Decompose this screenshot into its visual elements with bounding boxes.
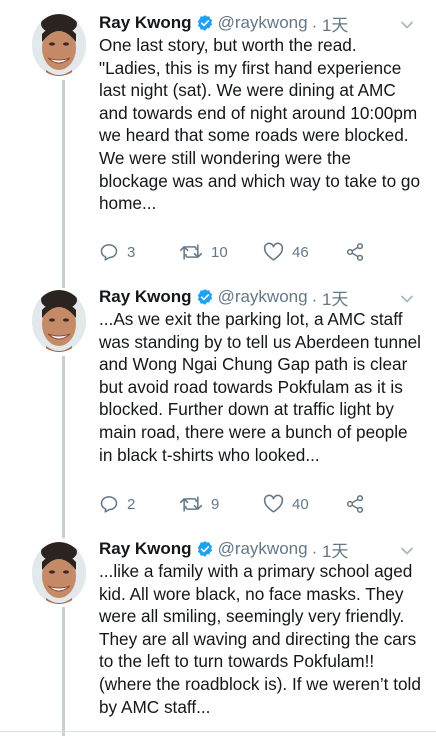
avatar-photo-icon <box>32 14 86 76</box>
tweet-header: Ray Kwong @raykwong · 1天 <box>99 285 349 310</box>
retweet-count: 9 <box>211 495 220 513</box>
avatar-photo-icon <box>32 542 86 604</box>
chevron-down-icon[interactable] <box>400 18 414 32</box>
retweet-count: 10 <box>211 243 228 261</box>
chevron-down-icon[interactable] <box>400 292 414 306</box>
tweet-header: Ray Kwong @raykwong · 1天 <box>99 11 349 36</box>
reply-icon <box>100 244 118 261</box>
like-count: 46 <box>292 243 309 261</box>
verified-badge-icon <box>197 15 212 31</box>
reply-button[interactable]: 3 <box>99 240 135 264</box>
retweet-icon <box>179 496 203 512</box>
share-icon <box>346 243 364 261</box>
display-name[interactable]: Ray Kwong <box>99 13 192 33</box>
tweet-actions: 3 10 46 <box>99 240 379 264</box>
tweet[interactable]: Ray Kwong @raykwong · 1天 One last story,… <box>0 10 436 270</box>
timestamp[interactable]: · 1天 <box>312 11 349 36</box>
tweet[interactable]: Ray Kwong @raykwong · 1天 ...As we exit t… <box>0 286 436 526</box>
retweet-button[interactable]: 10 <box>179 240 228 264</box>
tweet[interactable]: Ray Kwong @raykwong · 1天 ...like a famil… <box>0 538 436 728</box>
handle[interactable]: @raykwong <box>218 287 308 307</box>
like-icon <box>263 242 284 261</box>
tweet-text: One last story, but worth the read. "Lad… <box>99 35 421 214</box>
timestamp[interactable]: · 1天 <box>312 285 349 310</box>
tweet-text: ...like a family with a primary school a… <box>99 561 421 717</box>
divider <box>0 731 436 732</box>
reply-count: 2 <box>127 495 136 513</box>
display-name[interactable]: Ray Kwong <box>99 539 192 559</box>
like-button[interactable]: 40 <box>263 492 309 516</box>
verified-badge-icon <box>197 289 212 305</box>
avatar[interactable] <box>32 14 86 76</box>
display-name[interactable]: Ray Kwong <box>99 287 192 307</box>
retweet-icon <box>179 244 203 260</box>
chevron-down-icon[interactable] <box>400 544 414 558</box>
share-button[interactable] <box>345 492 365 516</box>
share-icon <box>346 495 364 513</box>
tweet-text: ...As we exit the parking lot, a AMC sta… <box>99 309 422 465</box>
reply-count: 3 <box>127 243 136 261</box>
like-button[interactable]: 46 <box>263 240 309 264</box>
like-icon <box>263 494 284 513</box>
timestamp[interactable]: · 1天 <box>312 537 349 562</box>
tweet-header: Ray Kwong @raykwong · 1天 <box>99 537 349 562</box>
handle[interactable]: @raykwong <box>218 539 308 559</box>
avatar[interactable] <box>32 290 86 352</box>
reply-icon <box>100 496 118 513</box>
avatar[interactable] <box>32 542 86 604</box>
verified-badge-icon <box>197 541 212 557</box>
like-count: 40 <box>292 495 309 513</box>
tweet-actions: 2 9 40 <box>99 492 379 516</box>
share-button[interactable] <box>345 240 365 264</box>
avatar-photo-icon <box>32 290 86 352</box>
reply-button[interactable]: 2 <box>99 492 135 516</box>
retweet-button[interactable]: 9 <box>179 492 219 516</box>
handle[interactable]: @raykwong <box>218 13 308 33</box>
